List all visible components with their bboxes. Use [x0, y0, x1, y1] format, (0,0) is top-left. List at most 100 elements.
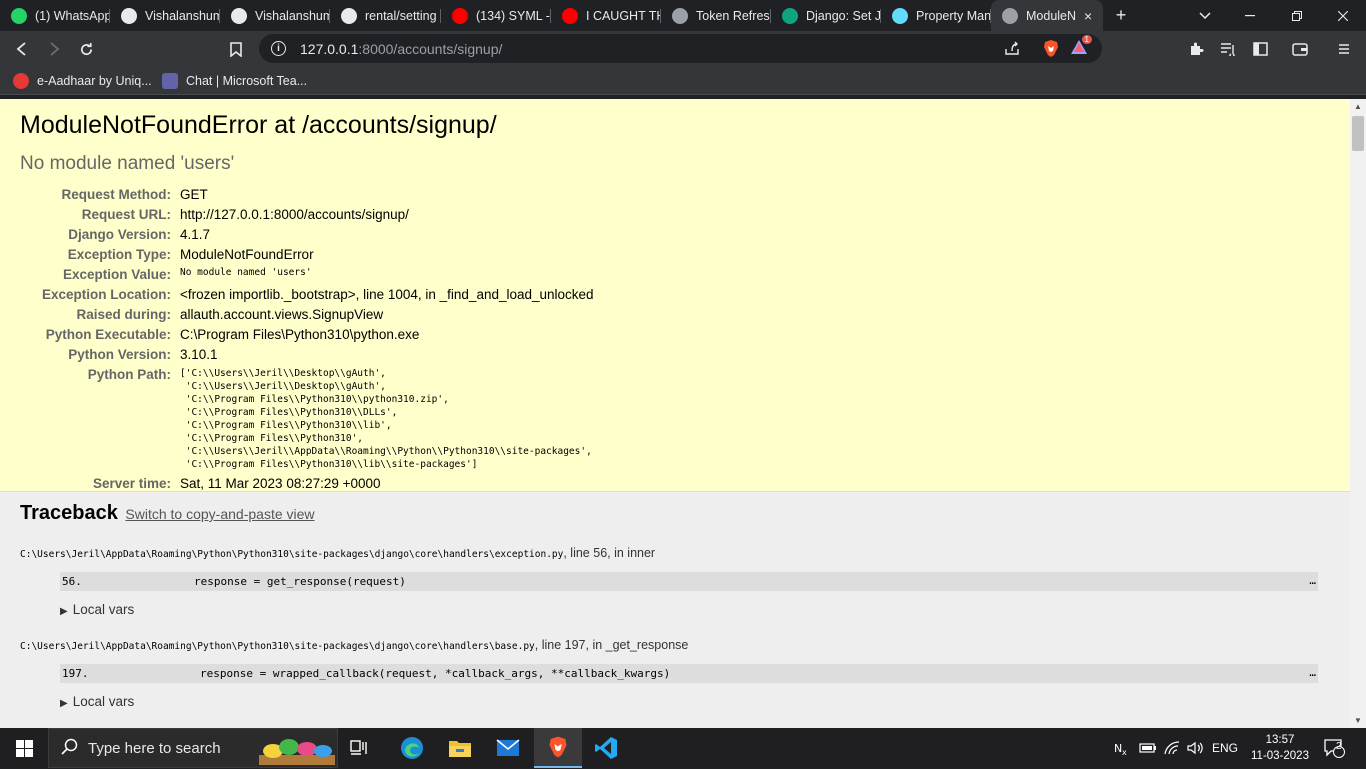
- tab-5[interactable]: (134) SYML -: [441, 0, 551, 31]
- minimize-icon[interactable]: [1230, 0, 1270, 31]
- meta-row: Request Method: GET: [20, 185, 594, 205]
- input-method-icon[interactable]: Nx: [1114, 728, 1132, 768]
- request-meta-table: Request Method: GET Request URL: http://127…: [20, 185, 594, 494]
- expand-context-icon[interactable]: …: [1309, 574, 1316, 587]
- disclosure-triangle-icon: ▶: [60, 606, 68, 617]
- windows-start-icon[interactable]: [0, 728, 48, 768]
- tab-2[interactable]: Vishalanshum: [110, 0, 220, 31]
- bookmarks-bar: e-Aadhaar by Uniq... Chat | Microsoft Te…: [0, 66, 1366, 95]
- meta-value: 3.10.1: [180, 347, 218, 362]
- new-tab-button[interactable]: +: [1101, 0, 1141, 31]
- code-text: response = wrapped_callback(request, *ca…: [200, 667, 671, 680]
- error-summary: ModuleNotFoundError at /accounts/signup/…: [0, 99, 1350, 492]
- frame-filename: C:\Users\Jeril\AppData\Roaming\Python\Py…: [20, 641, 535, 652]
- meta-row: Raised during: allauth.account.views.Sign…: [20, 305, 594, 325]
- tab-search-icon[interactable]: [1185, 0, 1225, 31]
- switch-view-link[interactable]: Switch to copy-and-paste view: [125, 506, 314, 522]
- traceback-frames: C:\Users\Jeril\AppData\Roaming\Python\Py…: [20, 546, 1330, 728]
- wallet-icon[interactable]: [1286, 35, 1314, 63]
- line-number: 56.: [62, 575, 82, 588]
- url-path: :8000/accounts/signup/: [358, 40, 503, 57]
- volume-icon[interactable]: [1187, 728, 1205, 768]
- playlist-icon[interactable]: [1214, 35, 1242, 63]
- share-icon[interactable]: [1004, 40, 1020, 61]
- notification-count: 2: [1336, 741, 1342, 752]
- meta-value: <frozen importlib._bootstrap>, line 1004…: [180, 287, 594, 302]
- meta-label: Python Path:: [87, 367, 171, 382]
- mail-icon[interactable]: [486, 728, 530, 768]
- forward-icon[interactable]: [40, 35, 68, 63]
- tab-4[interactable]: rental/setting: [330, 0, 441, 31]
- bookmark-label: e-Aadhaar by Uniq...: [37, 74, 152, 88]
- bookmark-label: Chat | Microsoft Tea...: [186, 74, 308, 88]
- notification-center-icon[interactable]: 2: [1323, 728, 1345, 768]
- scrollbar-thumb[interactable]: [1352, 116, 1364, 151]
- reload-icon[interactable]: [72, 35, 100, 63]
- python-path-value: ['C:\\Users\\Jeril\\Desktop\\gAuth', 'C:…: [180, 368, 592, 470]
- meta-value: allauth.account.views.SignupView: [180, 307, 384, 322]
- tab-9[interactable]: Property Man: [881, 0, 991, 31]
- meta-row: Server time: Sat, 11 Mar 2023 08:27:29 +0…: [20, 474, 594, 494]
- sidebar-icon[interactable]: [1246, 35, 1274, 63]
- extensions-icon[interactable]: [1182, 35, 1210, 63]
- line-number: 197.: [62, 667, 89, 680]
- wifi-icon[interactable]: [1164, 728, 1180, 768]
- tab-1[interactable]: (1) WhatsApp: [0, 0, 110, 31]
- meta-label: Python Version:: [68, 347, 171, 362]
- meta-value: C:\Program Files\Python310\python.exe: [180, 327, 420, 342]
- youtube-icon: [452, 7, 468, 24]
- tab-10[interactable]: ModuleN ×: [991, 0, 1103, 31]
- task-view-icon[interactable]: [346, 728, 374, 768]
- battery-icon[interactable]: [1139, 728, 1157, 768]
- meta-value: GET: [180, 187, 208, 202]
- site-info-icon[interactable]: i: [271, 41, 286, 56]
- page-scrollbar[interactable]: ▲ ▼: [1350, 99, 1366, 728]
- meta-value: ModuleNotFoundError: [180, 247, 314, 262]
- address-bar[interactable]: i 127.0.0.1:8000/accounts/signup/ 1: [259, 34, 1102, 63]
- meta-label: Exception Value:: [62, 267, 171, 282]
- frame-location: C:\Users\Jeril\AppData\Roaming\Python\Py…: [20, 546, 1330, 560]
- search-icon: [61, 738, 78, 759]
- tab-title: Django: Set JV: [806, 8, 881, 23]
- expand-context-icon[interactable]: …: [1309, 666, 1316, 679]
- bookmark-teams[interactable]: Chat | Microsoft Tea...: [162, 71, 307, 91]
- traceback-heading: Traceback: [20, 502, 118, 524]
- taskbar-search[interactable]: Type here to search: [48, 728, 338, 768]
- file-explorer-icon[interactable]: [438, 728, 482, 768]
- tab-6[interactable]: I CAUGHT TH: [551, 0, 661, 31]
- context-line[interactable]: 56. response = get_response(request)…: [60, 572, 1318, 591]
- tab-8[interactable]: Django: Set JV: [771, 0, 881, 31]
- tab-3[interactable]: Vishalanshum: [220, 0, 330, 31]
- github-icon: [231, 7, 247, 24]
- tab-title: rental/setting: [365, 8, 437, 23]
- tab-7[interactable]: Token Refresh: [661, 0, 771, 31]
- menu-icon[interactable]: [1330, 35, 1358, 63]
- meta-value: No module named 'users': [180, 267, 312, 278]
- meta-row: Django Version: 4.1.7: [20, 225, 594, 245]
- vscode-icon[interactable]: [584, 728, 628, 768]
- brave-rewards-icon[interactable]: 1: [1070, 35, 1092, 59]
- clock[interactable]: 13:57 11-03-2023: [1250, 732, 1310, 764]
- bookmark-aadhaar[interactable]: e-Aadhaar by Uniq...: [13, 71, 152, 91]
- brave-shields-icon[interactable]: [1042, 39, 1060, 63]
- meta-value: Sat, 11 Mar 2023 08:27:29 +0000: [180, 476, 381, 491]
- close-tab-icon[interactable]: ×: [1084, 8, 1092, 24]
- local-vars-toggle[interactable]: ▶ Local vars: [60, 602, 1330, 617]
- frame-filename: C:\Users\Jeril\AppData\Roaming\Python\Py…: [20, 549, 564, 560]
- close-window-icon[interactable]: [1323, 0, 1363, 31]
- react-icon: [892, 7, 908, 24]
- bookmark-icon[interactable]: [222, 35, 250, 63]
- local-vars-toggle[interactable]: ▶ Local vars: [60, 694, 1330, 709]
- whatsapp-icon: [11, 7, 27, 24]
- meta-value: ['C:\\Users\\Jeril\\Desktop\\gAuth', 'C:…: [180, 365, 594, 474]
- holi-colors-icon: [259, 733, 335, 765]
- restore-icon[interactable]: [1277, 0, 1317, 31]
- context-line[interactable]: 197. response = wrapped_callback(request,…: [60, 664, 1318, 683]
- edge-icon[interactable]: [390, 728, 434, 768]
- language-indicator[interactable]: ENG: [1212, 728, 1238, 768]
- back-icon[interactable]: [8, 35, 36, 63]
- scroll-up-icon[interactable]: ▲: [1354, 102, 1362, 111]
- scroll-down-icon[interactable]: ▼: [1354, 716, 1362, 725]
- search-placeholder: Type here to search: [88, 739, 221, 757]
- brave-taskbar-icon[interactable]: [534, 728, 582, 768]
